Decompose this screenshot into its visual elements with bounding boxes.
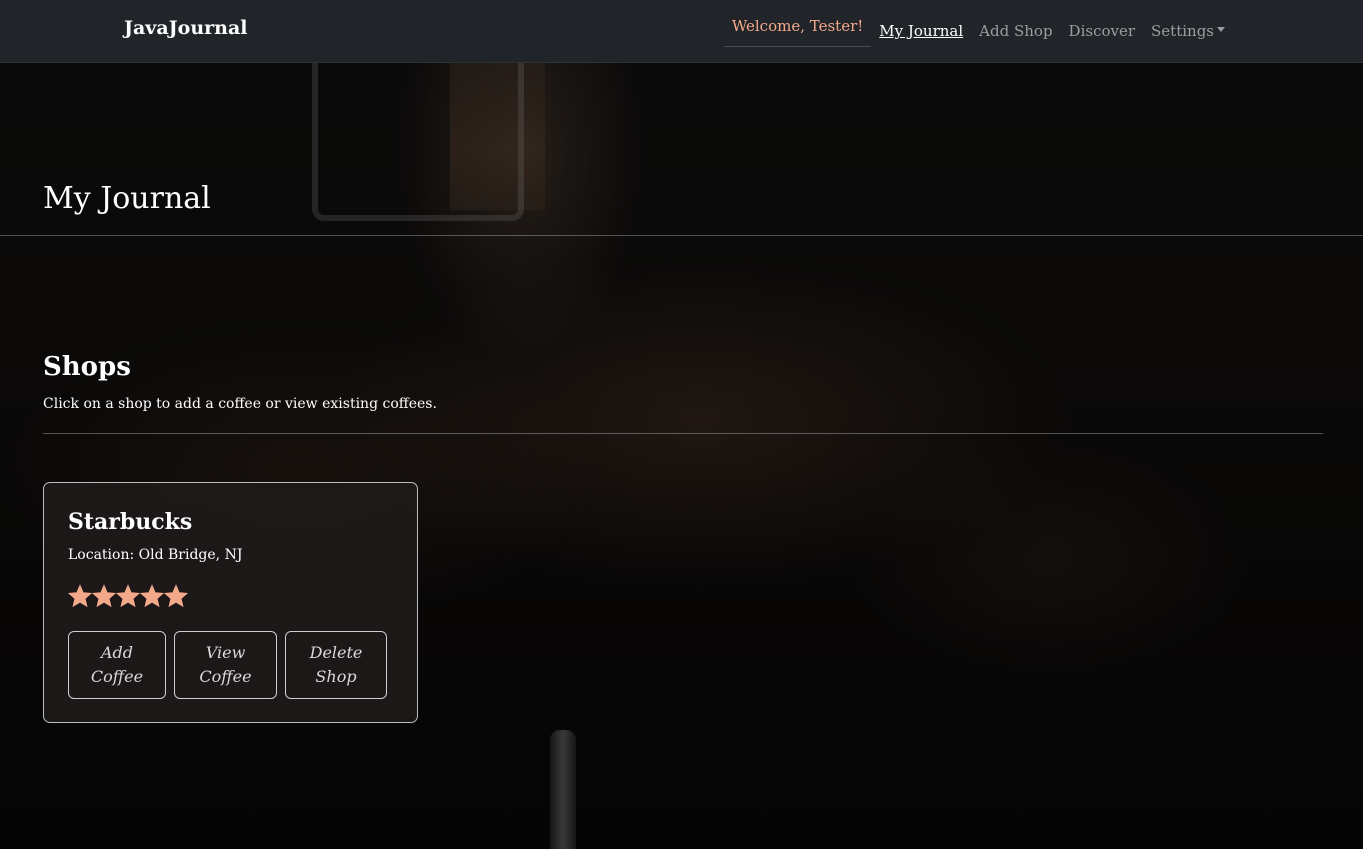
nav-link-my-journal[interactable]: My Journal	[871, 20, 971, 42]
caret-down-icon	[1217, 27, 1225, 32]
view-coffee-button[interactable]: View Coffee	[174, 631, 277, 699]
star-icon	[116, 584, 140, 608]
nav-links: Welcome, Tester! My Journal Add Shop Dis…	[723, 15, 1233, 47]
shop-card[interactable]: Starbucks Location: Old Bridge, NJ Add C…	[43, 482, 418, 723]
page-title: My Journal	[43, 181, 211, 216]
nav-link-add-shop[interactable]: Add Shop	[971, 20, 1060, 42]
shop-name: Starbucks	[68, 509, 193, 535]
shops-heading: Shops	[43, 352, 131, 382]
star-icon	[140, 584, 164, 608]
add-coffee-button[interactable]: Add Coffee	[68, 631, 166, 699]
shop-location: Location: Old Bridge, NJ	[68, 547, 243, 563]
star-rating	[68, 584, 188, 608]
brand-logo[interactable]: JavaJournal	[124, 17, 247, 39]
star-icon	[92, 584, 116, 608]
welcome-message: Welcome, Tester!	[723, 15, 872, 47]
nav-dropdown-settings[interactable]: Settings	[1143, 20, 1233, 42]
star-icon	[164, 584, 188, 608]
nav-link-discover[interactable]: Discover	[1061, 20, 1143, 42]
title-divider	[0, 235, 1363, 236]
star-icon	[68, 584, 92, 608]
delete-shop-button[interactable]: Delete Shop	[285, 631, 387, 699]
background-grinder-handle	[312, 60, 524, 221]
shops-divider	[43, 433, 1323, 434]
settings-label: Settings	[1151, 22, 1214, 40]
shops-subtitle: Click on a shop to add a coffee or view …	[43, 396, 437, 412]
navbar: JavaJournal Welcome, Tester! My Journal …	[0, 0, 1363, 63]
background-grinder-spout	[550, 730, 576, 849]
